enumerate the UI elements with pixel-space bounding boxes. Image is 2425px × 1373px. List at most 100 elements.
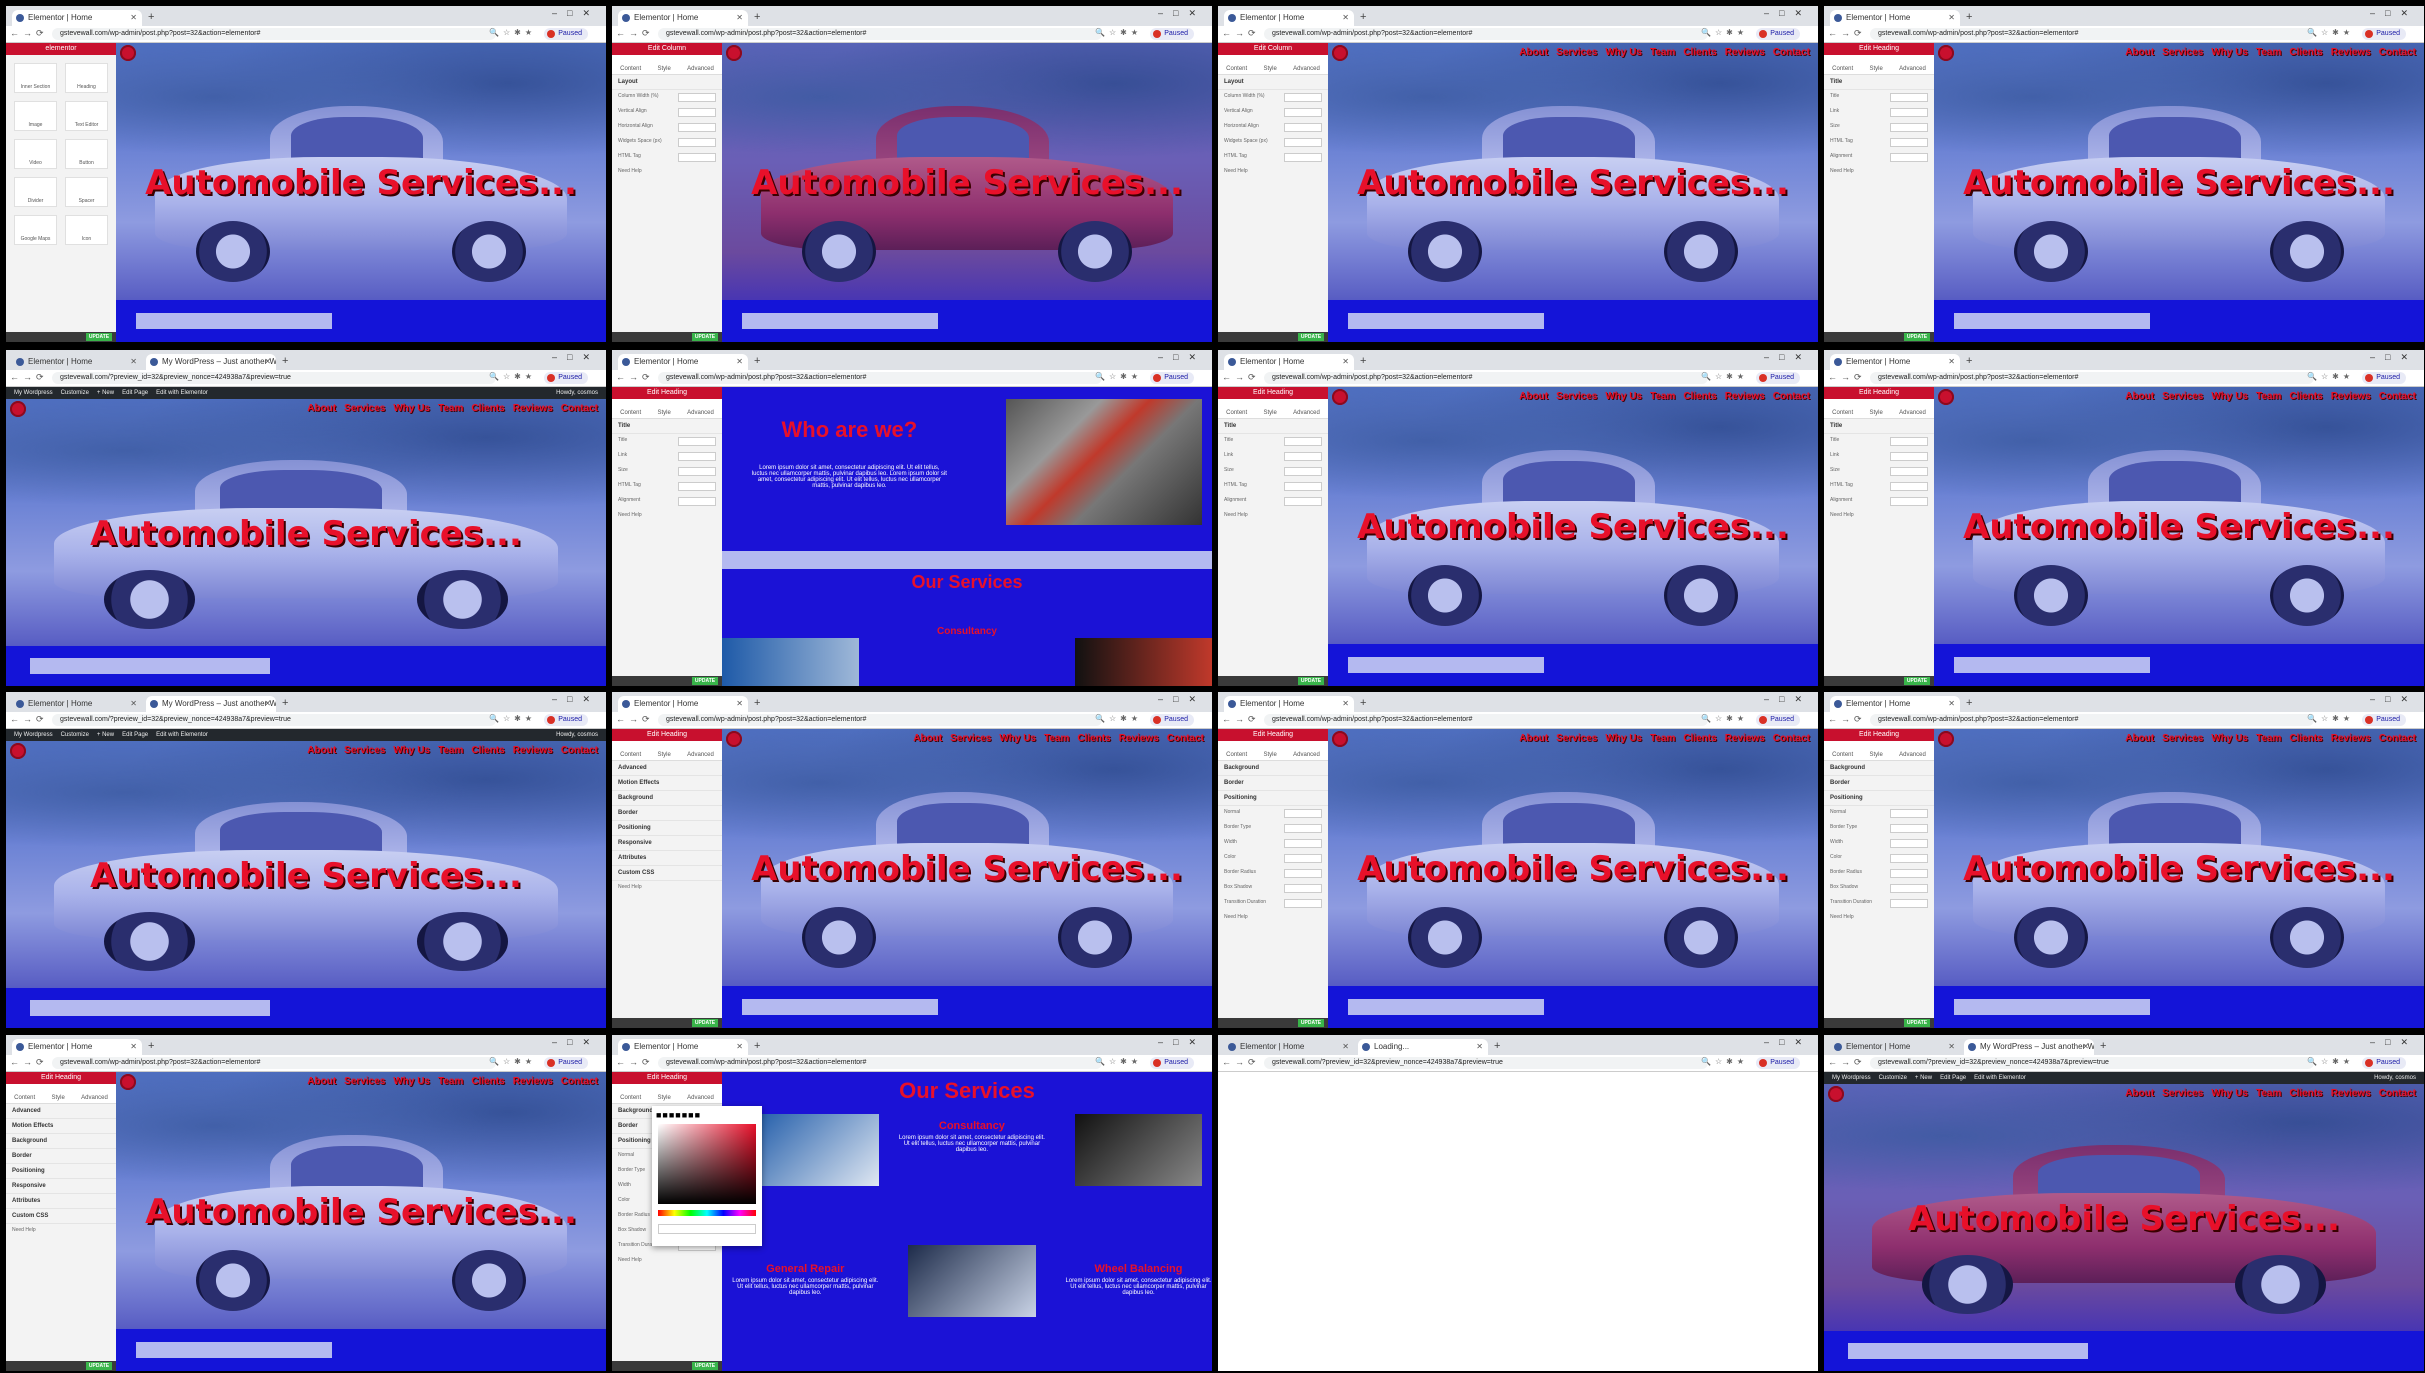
section-title[interactable]: Border: [6, 1149, 116, 1164]
service-card-title[interactable]: Consultancy: [898, 1120, 1045, 1132]
widget-item[interactable]: Video: [14, 139, 57, 169]
panel-tab[interactable]: Content: [620, 1095, 641, 1101]
panel-tab[interactable]: Content: [14, 1095, 35, 1101]
panel-tab[interactable]: Style: [1263, 66, 1276, 72]
menu-item[interactable]: Team: [2256, 391, 2281, 402]
toolbar-icons[interactable]: 🔍☆✱★: [1095, 28, 1142, 37]
toolbar-icons[interactable]: 🔍☆✱★: [1095, 372, 1142, 381]
menu-item[interactable]: Why Us: [2211, 391, 2248, 402]
window-controls[interactable]: –□✕: [552, 352, 600, 363]
nav-buttons[interactable]: ←→⟳: [10, 714, 48, 725]
control-input[interactable]: [1284, 452, 1322, 461]
panel-tab[interactable]: Advanced: [687, 752, 714, 758]
tab-close-icon[interactable]: ✕: [130, 10, 137, 26]
url-input[interactable]: gstevewall.com/wp-admin/post.php?post=32…: [1870, 372, 2314, 384]
browser-tab[interactable]: Elementor | Home ✕: [12, 354, 142, 370]
need-help-link[interactable]: Need Help: [1218, 165, 1328, 177]
paused-badge[interactable]: Paused: [2362, 1057, 2406, 1069]
section-title[interactable]: Positioning: [1218, 791, 1328, 806]
toolbar-icons[interactable]: 🔍☆✱★: [2307, 714, 2354, 723]
section-title[interactable]: Title: [612, 419, 722, 434]
paused-badge[interactable]: Paused: [1150, 372, 1194, 384]
section-title[interactable]: Motion Effects: [612, 776, 722, 791]
toolbar-icons[interactable]: 🔍☆✱★: [2307, 372, 2354, 381]
hero-headline[interactable]: Automobile Services...: [1328, 163, 1818, 203]
panel-tab[interactable]: Style: [1263, 752, 1276, 758]
menu-item[interactable]: About: [307, 745, 336, 756]
menu-item[interactable]: Team: [1650, 733, 1675, 744]
url-input[interactable]: gstevewall.com/wp-admin/post.php?post=32…: [658, 28, 1102, 40]
menu-item[interactable]: About: [1519, 733, 1548, 744]
section-title[interactable]: Responsive: [6, 1179, 116, 1194]
browser-tab[interactable]: My WordPress – Just another W ✕: [1964, 1039, 2094, 1055]
widget-item[interactable]: Spacer: [65, 177, 108, 207]
need-help-link[interactable]: Need Help: [612, 165, 722, 177]
tab-close-icon[interactable]: ✕: [264, 696, 271, 712]
control-input[interactable]: [1890, 93, 1928, 102]
control-input[interactable]: [1284, 899, 1322, 908]
menu-item[interactable]: Why Us: [2211, 1088, 2248, 1099]
menu-item[interactable]: Services: [344, 1076, 385, 1087]
control-input[interactable]: [1284, 153, 1322, 162]
menu-item[interactable]: Why Us: [2211, 47, 2248, 58]
control-input[interactable]: [1284, 467, 1322, 476]
control-input[interactable]: [678, 153, 716, 162]
panel-tab[interactable]: Style: [51, 1095, 64, 1101]
url-input[interactable]: gstevewall.com/wp-admin/post.php?post=32…: [1870, 714, 2314, 726]
nav-buttons[interactable]: ←→⟳: [10, 372, 48, 383]
site-logo[interactable]: [1938, 45, 1954, 61]
widget-item[interactable]: Inner Section: [14, 63, 57, 93]
nav-buttons[interactable]: ←→⟳: [1222, 714, 1260, 725]
tab-close-icon[interactable]: ✕: [130, 1039, 137, 1055]
hero-headline[interactable]: Automobile Services...: [1328, 507, 1818, 547]
update-button[interactable]: UPDATE: [1904, 333, 1930, 341]
browser-tab[interactable]: My WordPress – Just another W ✕: [146, 696, 276, 712]
toolbar-icons[interactable]: 🔍☆✱★: [2307, 28, 2354, 37]
admin-bar-item[interactable]: Customize: [61, 732, 89, 738]
section-title[interactable]: Custom CSS: [612, 866, 722, 881]
section-title[interactable]: Custom CSS: [6, 1209, 116, 1224]
hex-input[interactable]: [658, 1224, 756, 1234]
panel-tab[interactable]: Content: [1832, 66, 1853, 72]
paused-badge[interactable]: Paused: [2362, 714, 2406, 726]
new-tab-icon[interactable]: +: [1360, 10, 1366, 24]
need-help-link[interactable]: Need Help: [1824, 165, 1934, 177]
nav-buttons[interactable]: ←→⟳: [10, 28, 48, 39]
section-title[interactable]: Background: [612, 791, 722, 806]
window-controls[interactable]: –□✕: [1158, 8, 1206, 19]
site-logo[interactable]: [10, 743, 26, 759]
section-title[interactable]: Background: [1218, 761, 1328, 776]
menu-item[interactable]: About: [1519, 47, 1548, 58]
panel-tab[interactable]: Style: [657, 752, 670, 758]
color-gradient[interactable]: [658, 1124, 756, 1204]
menu-item[interactable]: Contact: [2379, 391, 2416, 402]
menu-item[interactable]: Clients: [2289, 1088, 2322, 1099]
new-tab-icon[interactable]: +: [148, 10, 154, 24]
section-title[interactable]: Advanced: [612, 761, 722, 776]
control-input[interactable]: [1284, 93, 1322, 102]
toolbar-icons[interactable]: 🔍☆✱★: [1701, 28, 1748, 37]
menu-item[interactable]: Services: [344, 745, 385, 756]
panel-tab[interactable]: Advanced: [687, 1095, 714, 1101]
toolbar-icons[interactable]: 🔍☆✱★: [489, 1057, 536, 1066]
site-logo[interactable]: [120, 1074, 136, 1090]
control-input[interactable]: [1890, 482, 1928, 491]
section-title[interactable]: Title: [1218, 419, 1328, 434]
menu-item[interactable]: Reviews: [1725, 733, 1765, 744]
window-controls[interactable]: –□✕: [1764, 1037, 1812, 1048]
control-input[interactable]: [1284, 824, 1322, 833]
window-controls[interactable]: –□✕: [2370, 1037, 2418, 1048]
panel-tab[interactable]: Content: [1226, 410, 1247, 416]
hero-headline[interactable]: Automobile Services...: [1934, 507, 2424, 547]
control-input[interactable]: [1284, 482, 1322, 491]
site-logo[interactable]: [1828, 1086, 1844, 1102]
menu-item[interactable]: About: [2125, 391, 2154, 402]
menu-item[interactable]: Clients: [2289, 391, 2322, 402]
menu-item[interactable]: About: [307, 403, 336, 414]
url-input[interactable]: gstevewall.com/wp-admin/post.php?post=32…: [52, 28, 496, 40]
panel-tab[interactable]: Advanced: [1899, 66, 1926, 72]
panel-tab[interactable]: Content: [620, 752, 641, 758]
panel-tab[interactable]: Advanced: [687, 410, 714, 416]
window-controls[interactable]: –□✕: [552, 694, 600, 705]
who-title[interactable]: Who are we?: [751, 417, 947, 443]
